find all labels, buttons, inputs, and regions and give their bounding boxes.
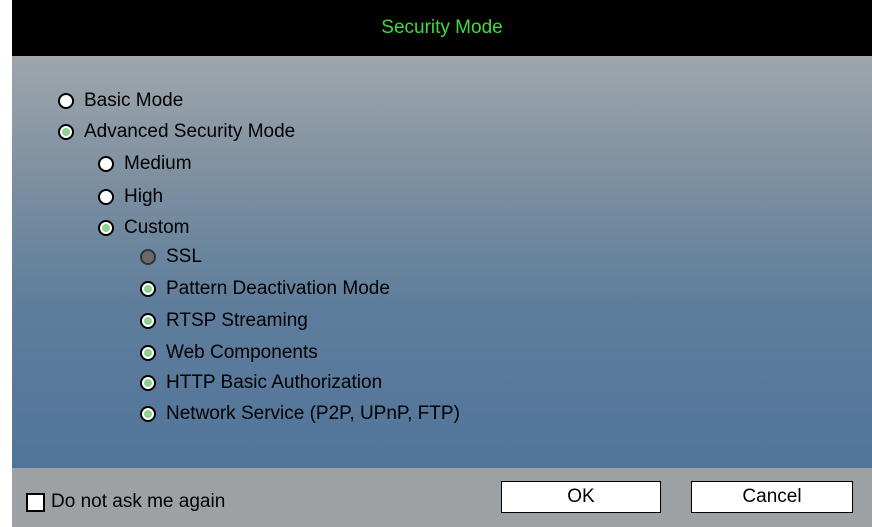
radio-unchecked-icon [58, 93, 74, 109]
medium-radio[interactable]: Medium [98, 153, 192, 175]
radio-checked-icon [98, 220, 114, 236]
basic-mode-radio[interactable]: Basic Mode [58, 90, 183, 112]
custom-label: Custom [124, 217, 190, 238]
http-basic-authorization-radio[interactable]: HTTP Basic Authorization [140, 372, 382, 394]
ok-button[interactable]: OK [501, 481, 661, 513]
security-mode-dialog: Security Mode Basic Mode Advanced Securi… [12, 0, 872, 527]
medium-label: Medium [124, 153, 192, 174]
cancel-button[interactable]: Cancel [691, 481, 853, 513]
advanced-security-mode-label: Advanced Security Mode [84, 121, 296, 142]
radio-checked-icon [140, 313, 156, 329]
rtsp-streaming-label: RTSP Streaming [166, 310, 308, 331]
do-not-ask-checkbox[interactable]: Do not ask me again [26, 491, 225, 513]
ssl-label: SSL [166, 246, 202, 267]
do-not-ask-label: Do not ask me again [51, 491, 226, 512]
rtsp-streaming-radio[interactable]: RTSP Streaming [140, 310, 308, 332]
network-service-label: Network Service (P2P, UPnP, FTP) [166, 403, 460, 424]
radio-unchecked-icon [98, 156, 114, 172]
options-panel: Basic Mode Advanced Security Mode Medium… [12, 56, 872, 468]
radio-unchecked-icon [98, 189, 114, 205]
radio-checked-icon [140, 406, 156, 422]
advanced-security-mode-radio[interactable]: Advanced Security Mode [58, 121, 295, 143]
web-components-label: Web Components [166, 342, 318, 363]
high-label: High [124, 186, 164, 207]
web-components-radio[interactable]: Web Components [140, 342, 318, 364]
checkbox-unchecked-icon [26, 492, 45, 512]
dialog-footer: Do not ask me again OK Cancel [12, 468, 872, 527]
basic-mode-label: Basic Mode [84, 90, 184, 111]
network-service-radio[interactable]: Network Service (P2P, UPnP, FTP) [140, 403, 460, 425]
high-radio[interactable]: High [98, 186, 163, 208]
radio-checked-icon [140, 281, 156, 297]
pattern-deactivation-mode-label: Pattern Deactivation Mode [166, 278, 390, 299]
dialog-title: Security Mode [381, 17, 503, 38]
pattern-deactivation-mode-radio[interactable]: Pattern Deactivation Mode [140, 278, 390, 300]
http-basic-authorization-label: HTTP Basic Authorization [166, 372, 383, 393]
radio-disabled-icon [140, 249, 156, 265]
dialog-titlebar: Security Mode [12, 0, 872, 56]
radio-checked-icon [140, 345, 156, 361]
radio-checked-icon [58, 124, 74, 140]
radio-checked-icon [140, 375, 156, 391]
custom-radio[interactable]: Custom [98, 217, 189, 239]
ssl-radio: SSL [140, 246, 202, 268]
